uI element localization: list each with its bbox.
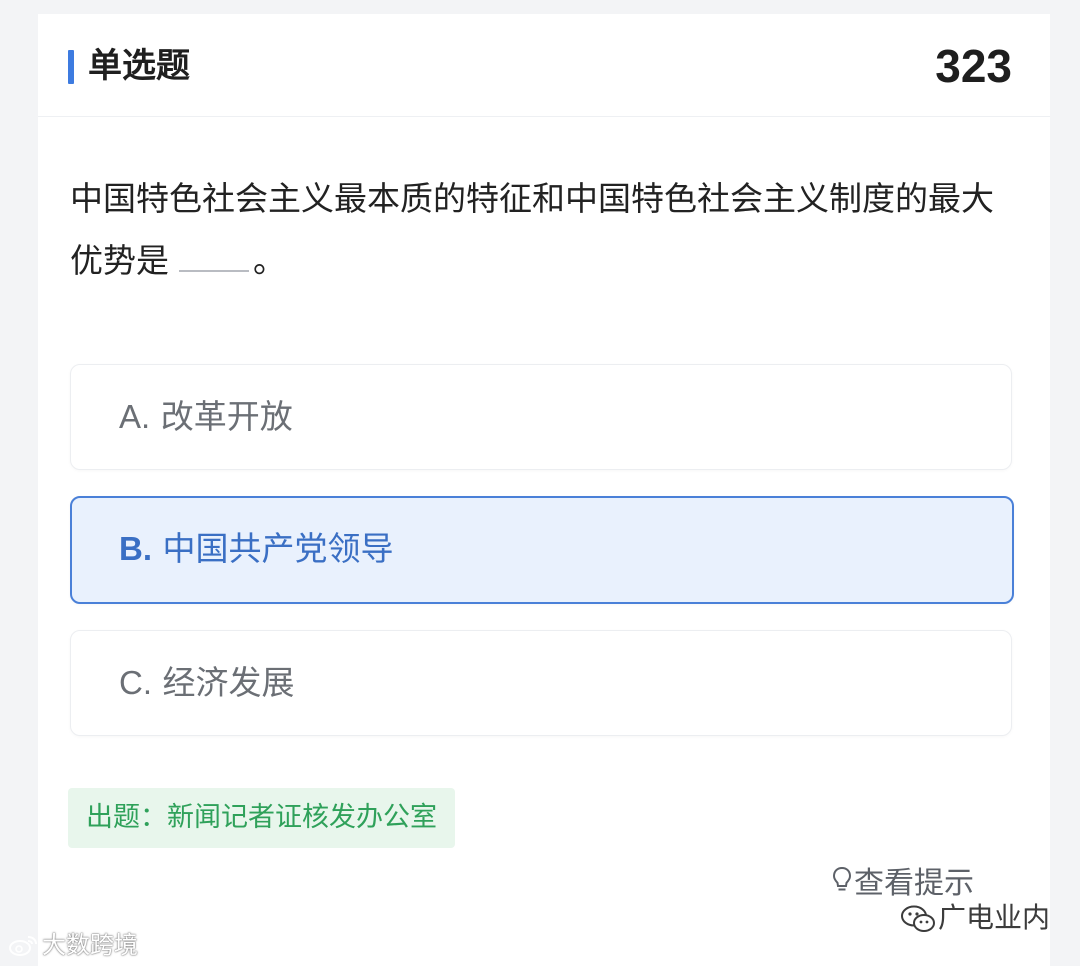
option-c[interactable]: C. 经济发展: [70, 630, 1012, 736]
option-c-label: C. 经济发展: [119, 660, 295, 706]
option-b-letter: B.: [119, 530, 152, 567]
watermark-right: 广电业内: [900, 896, 1050, 940]
option-c-text: 经济发展: [162, 663, 295, 702]
accent-bar: [68, 50, 74, 84]
option-a-letter: A.: [119, 398, 151, 435]
option-b[interactable]: B. 中国共产党领导: [70, 496, 1014, 604]
option-a[interactable]: A. 改革开放: [70, 364, 1012, 470]
option-a-label: A. 改革开放: [119, 394, 293, 440]
question-card: 单选题 323 中国特色社会主义最本质的特征和中国特色社会主义制度的最大优势是。…: [38, 14, 1050, 966]
source-badge: 出题：新闻记者证核发办公室: [68, 788, 455, 848]
wechat-logo-icon: [901, 905, 935, 932]
answer-blank: [179, 234, 249, 272]
option-b-label: B. 中国共产党领导: [119, 526, 394, 572]
question-text: 中国特色社会主义最本质的特征和中国特色社会主义制度的最大优势是。: [70, 168, 1020, 292]
lightbulb-icon: [832, 863, 852, 907]
question-text-end: 。: [253, 241, 286, 280]
option-b-text: 中国共产党领导: [162, 529, 394, 568]
question-number: 323: [935, 40, 1012, 92]
option-c-letter: C.: [119, 664, 152, 701]
watermark-left: 大数跨境: [8, 928, 138, 962]
question-type-label: 单选题: [88, 46, 190, 86]
question-header: 单选题 323: [38, 14, 1050, 117]
watermark-right-text: 广电业内: [938, 901, 1051, 934]
weibo-logo-icon: [9, 936, 37, 956]
watermark-left-text: 大数跨境: [42, 931, 138, 959]
option-a-text: 改革开放: [160, 397, 293, 436]
